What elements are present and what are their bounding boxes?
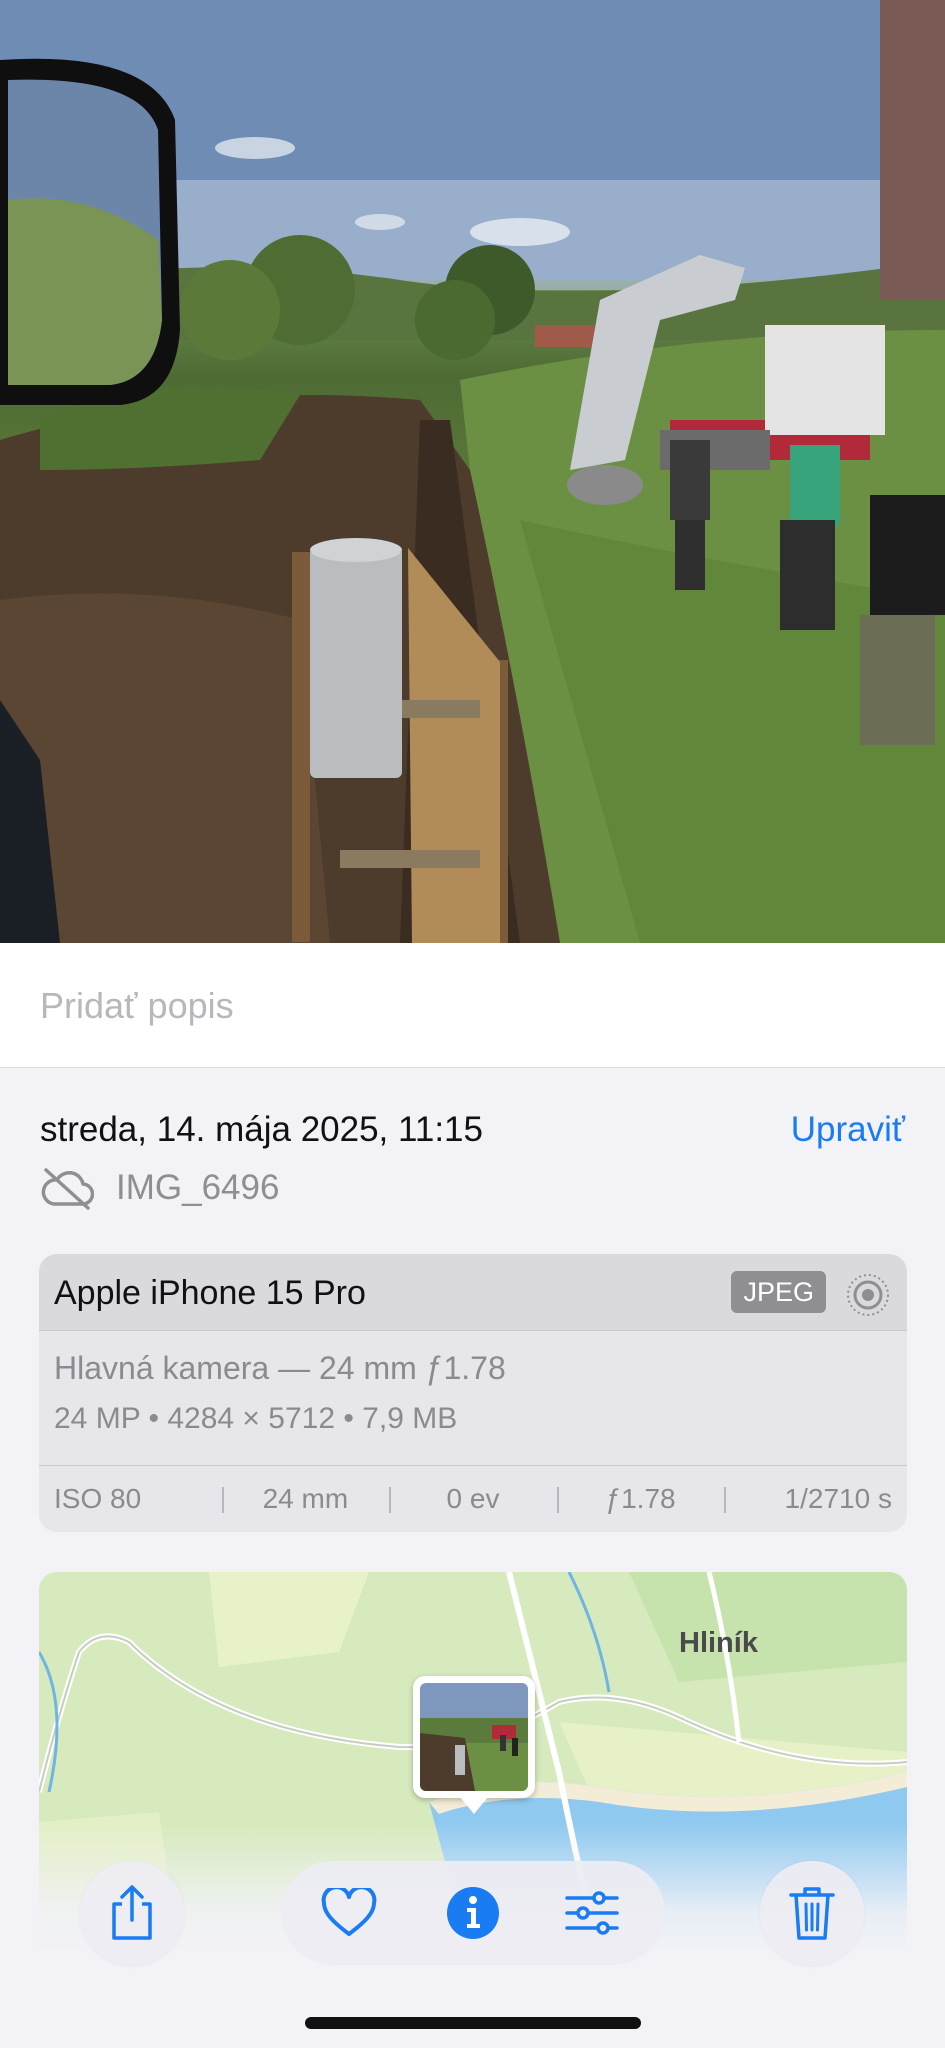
file-info: IMG_6496 bbox=[40, 1166, 279, 1210]
capture-date: streda, 14. mája 2025, 11:15 bbox=[40, 1110, 483, 1149]
sliders-icon bbox=[565, 1891, 619, 1935]
image-specs: 24 MP • 4284 × 5712 • 7,9 MB bbox=[54, 1402, 458, 1435]
caption-field-container: Pridať popis bbox=[0, 943, 945, 1068]
caption-input[interactable]: Pridať popis bbox=[40, 985, 234, 1027]
device-name: Apple iPhone 15 Pro bbox=[54, 1274, 366, 1312]
trash-icon bbox=[789, 1887, 835, 1940]
lens-info: Hlavná kamera — 24 mm ƒ1.78 bbox=[54, 1350, 506, 1386]
photo-image bbox=[0, 0, 945, 943]
favorite-button[interactable] bbox=[317, 1881, 381, 1945]
photo-action-bar bbox=[281, 1861, 665, 1965]
exif-shutter-speed: 1/2710 s bbox=[724, 1483, 907, 1515]
adjust-button[interactable] bbox=[560, 1881, 624, 1945]
live-photo-icon[interactable] bbox=[845, 1272, 891, 1318]
edit-date-button[interactable]: Upraviť bbox=[791, 1110, 905, 1150]
home-indicator[interactable] bbox=[305, 2017, 641, 2029]
exif-aperture: ƒ1.78 bbox=[556, 1483, 725, 1515]
exif-exposure-bias: 0 ev bbox=[389, 1483, 557, 1515]
photo-view[interactable] bbox=[0, 0, 945, 943]
info-button[interactable] bbox=[441, 1881, 505, 1945]
format-badge: JPEG bbox=[731, 1271, 826, 1313]
share-button[interactable] bbox=[80, 1861, 184, 1965]
exif-focal-length: 24 mm bbox=[221, 1483, 390, 1515]
info-icon bbox=[447, 1887, 499, 1939]
camera-info-card: Apple iPhone 15 Pro JPEG Hlavná kamera —… bbox=[39, 1254, 907, 1532]
heart-icon bbox=[321, 1888, 377, 1936]
file-name: IMG_6496 bbox=[116, 1168, 280, 1207]
delete-button[interactable] bbox=[760, 1861, 864, 1965]
share-icon bbox=[112, 1885, 152, 1940]
pin-photo-thumbnail bbox=[420, 1683, 528, 1791]
camera-info-header: Apple iPhone 15 Pro JPEG bbox=[39, 1254, 907, 1331]
photo-location-pin[interactable] bbox=[413, 1676, 535, 1814]
exif-row: ISO 80 24 mm 0 ev ƒ1.78 1/2710 s bbox=[39, 1465, 907, 1532]
exif-iso: ISO 80 bbox=[54, 1483, 142, 1514]
map-place-label: Hliník bbox=[679, 1627, 758, 1659]
cloud-off-icon bbox=[41, 1168, 94, 1210]
